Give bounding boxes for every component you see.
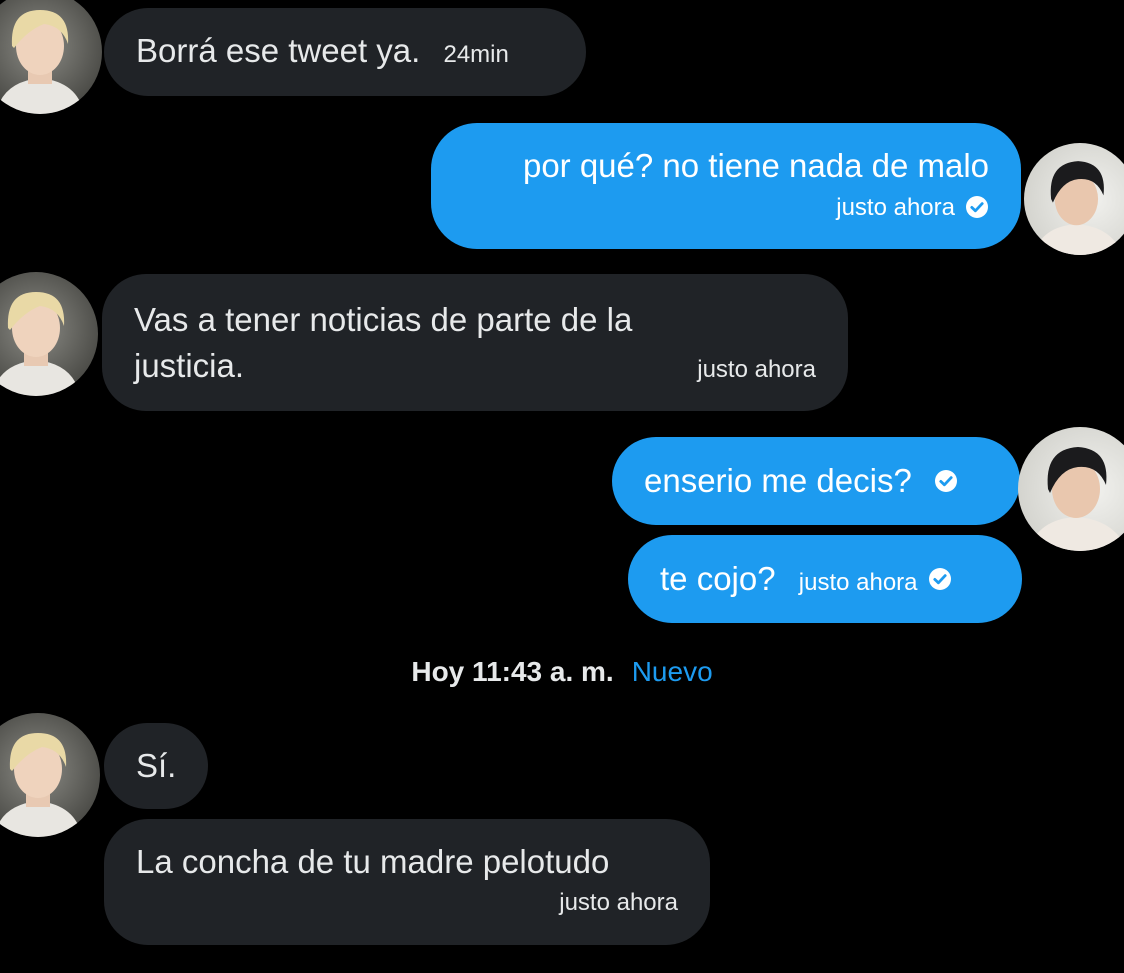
check-circle-icon	[934, 469, 958, 493]
check-circle-icon	[928, 567, 952, 591]
message-timestamp: 24min	[443, 41, 509, 68]
message-timestamp: justo ahora	[559, 889, 678, 916]
user-avatar[interactable]	[1018, 427, 1124, 551]
contact-avatar[interactable]	[0, 272, 98, 396]
check-circle-icon	[965, 195, 989, 219]
contact-avatar[interactable]	[0, 713, 100, 837]
message-text: te cojo?	[660, 560, 776, 597]
message-bubble-received[interactable]: Borrá ese tweet ya. 24min	[104, 8, 586, 96]
new-label: Nuevo	[631, 656, 713, 687]
message-timestamp: justo ahora	[697, 356, 816, 383]
message-bubble-received[interactable]: Sí.	[104, 723, 208, 809]
contact-avatar[interactable]	[0, 0, 102, 114]
divider-timestamp: Hoy 11:43 a. m.	[411, 656, 614, 687]
message-bubble-received[interactable]: La concha de tu madre pelotudo justo aho…	[104, 819, 710, 945]
new-messages-divider: Hoy 11:43 a. m. Nuevo	[0, 652, 1124, 692]
message-text: La concha de tu madre pelotudo	[136, 843, 610, 880]
message-bubble-received[interactable]: Vas a tener noticias de parte de la just…	[102, 274, 848, 411]
message-text: Sí.	[136, 747, 177, 784]
message-text-line: Vas a tener noticias de parte de la	[134, 301, 633, 338]
message-text: por qué? no tiene nada de malo	[522, 147, 989, 184]
message-text: Borrá ese tweet ya.	[136, 32, 421, 69]
message-text-line: justicia.	[134, 347, 245, 384]
message-text: enserio me decis?	[644, 462, 912, 499]
message-timestamp: justo ahora	[798, 569, 918, 596]
message-timestamp: justo ahora	[836, 194, 955, 221]
user-avatar[interactable]	[1024, 143, 1124, 255]
message-bubble-sent[interactable]: enserio me decis?	[612, 437, 1020, 525]
message-bubble-sent[interactable]: por qué? no tiene nada de malo justo aho…	[431, 123, 1021, 249]
message-bubble-sent[interactable]: te cojo? justo ahora	[628, 535, 1022, 623]
